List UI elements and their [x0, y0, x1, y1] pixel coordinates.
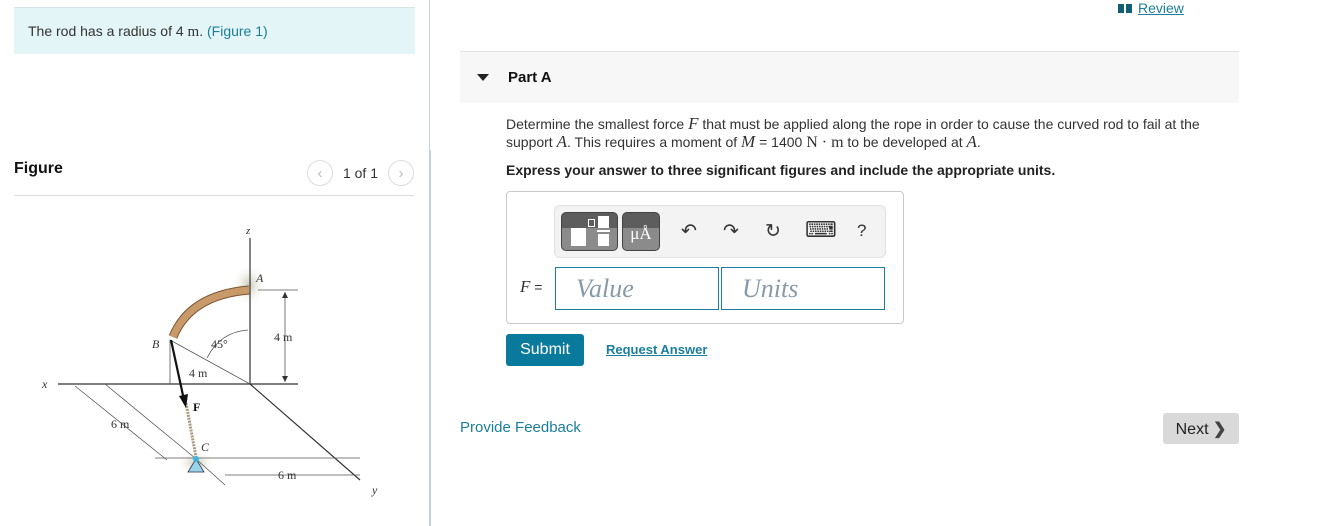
support-c-pin: [193, 456, 199, 462]
next-figure-button[interactable]: ›: [388, 160, 414, 186]
intro-unit: m: [187, 24, 200, 40]
question-text: Determine the smallest force F that must…: [506, 115, 1246, 152]
value-input[interactable]: [555, 267, 719, 310]
figure-title: Figure: [14, 160, 63, 177]
unit-nm: N · m: [806, 134, 844, 151]
submit-button[interactable]: Submit: [506, 334, 584, 366]
reset-icon[interactable]: ↻: [765, 220, 781, 243]
pager-count: 1 of 1: [342, 165, 378, 181]
panel-divider-top: [429, 0, 430, 150]
panel-divider[interactable]: [429, 150, 431, 526]
review-link[interactable]: Review: [1118, 0, 1184, 16]
label-dist-y: 6 m: [278, 468, 297, 482]
next-label: Next: [1175, 420, 1209, 438]
chevron-right-icon: ›: [398, 164, 404, 182]
left-panel: The rod has a radius of 4 m. (Figure 1) …: [0, 0, 430, 526]
prev-figure-button[interactable]: ‹: [306, 160, 333, 186]
label-angle: 45°: [211, 337, 228, 351]
problem-intro: The rod has a radius of 4 m. (Figure 1): [14, 7, 415, 54]
instruction-text: Express your answer to three significant…: [506, 162, 1056, 178]
label-height: 4 m: [274, 330, 293, 344]
label-y: y: [371, 483, 378, 497]
templates-button[interactable]: [561, 212, 618, 251]
book-icon: [1118, 3, 1132, 13]
intro-text: The rod has a radius of 4: [28, 23, 188, 39]
var-m: M: [741, 132, 756, 151]
y-axis: [249, 383, 361, 481]
label-dist-x: 6 m: [111, 417, 130, 431]
part-a-header[interactable]: Part A: [460, 51, 1239, 103]
label-x: x: [41, 377, 48, 391]
part-title: Part A: [508, 69, 552, 86]
keyboard-icon[interactable]: ⌨: [805, 217, 837, 243]
provide-feedback-link[interactable]: Provide Feedback: [460, 419, 581, 436]
units-button[interactable]: μÅ: [622, 212, 660, 251]
label-f: F: [193, 400, 200, 414]
answer-label: F =: [520, 277, 542, 297]
equals-sign: =: [530, 279, 543, 295]
label-radius: 4 m: [189, 366, 208, 380]
answer-var: F: [520, 277, 531, 296]
var-f: F: [688, 114, 699, 133]
undo-icon[interactable]: ↶: [681, 220, 697, 243]
q-text: . This requires a moment of: [566, 134, 742, 150]
figure-link[interactable]: (Figure 1): [207, 23, 268, 39]
chevron-right-icon: ❯: [1212, 420, 1227, 438]
chevron-left-icon: ‹: [317, 164, 323, 182]
help-button[interactable]: ?: [857, 221, 866, 241]
label-a: A: [255, 271, 264, 285]
var-a: A: [966, 132, 977, 151]
figure-diagram: z x y A B C F 45° 4 m 4 m 6 m 6 m: [41, 225, 378, 497]
units-input[interactable]: [721, 267, 885, 310]
var-a: A: [556, 132, 567, 151]
figure-header: Figure ‹ 1 of 1 ›: [14, 152, 414, 196]
q-text: = 1400: [755, 134, 807, 150]
label-b: B: [152, 337, 160, 351]
math-toolbar: μÅ ↶ ↷ ↻ ⌨ ?: [554, 205, 886, 258]
force-arrowhead: [179, 394, 188, 408]
label-z: z: [245, 225, 251, 237]
arrow-down: [282, 376, 288, 382]
intro-text-after: .: [199, 23, 207, 39]
next-button[interactable]: Next ❯: [1163, 413, 1239, 444]
arrow-up: [282, 292, 288, 298]
collapse-triangle-icon[interactable]: [477, 74, 489, 81]
q-text: to be developed at: [843, 134, 967, 150]
radius-line: [169, 339, 251, 385]
q-text: .: [976, 134, 981, 150]
q-text: Determine the smallest force: [506, 116, 689, 132]
redo-icon[interactable]: ↷: [723, 220, 739, 243]
review-label: Review: [1138, 0, 1184, 16]
request-answer-link[interactable]: Request Answer: [606, 342, 707, 357]
label-c: C: [201, 440, 210, 454]
answer-box: μÅ ↶ ↷ ↻ ⌨ ? F =: [506, 191, 904, 324]
support-a-shade: [231, 263, 267, 307]
figure-pager: ‹ 1 of 1 ›: [306, 160, 414, 186]
force-arrow: [169, 339, 186, 401]
